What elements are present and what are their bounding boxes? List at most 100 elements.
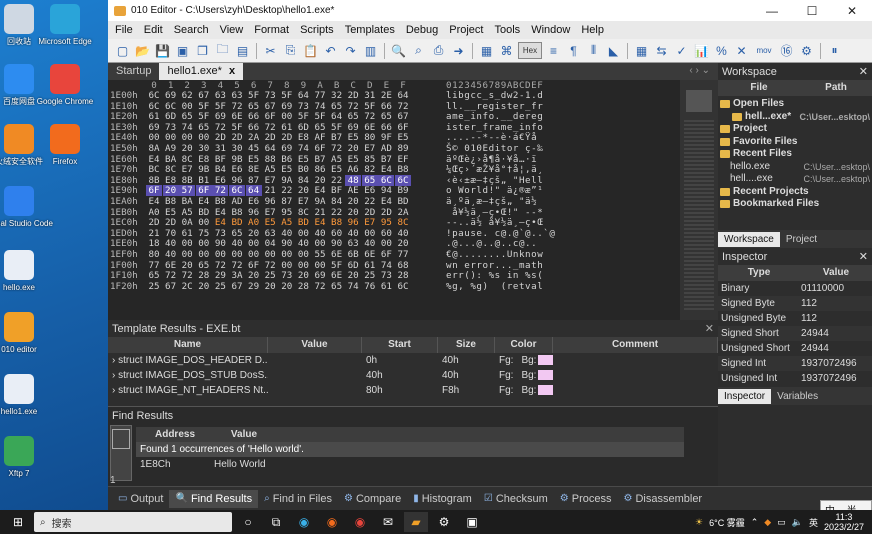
menu-edit[interactable]: Edit [141,24,171,36]
hex-byte[interactable]: 5F [229,122,245,133]
hex-editor[interactable]: 0 1 2 3 4 5 6 7 8 9 A B C D E F 0123456789ABCDEF 1E00h 6C… [108,80,718,320]
hex-byte[interactable]: E8 [295,132,311,143]
hex-byte[interactable]: 00 [196,238,212,249]
disassembler-icon[interactable]: mov [753,42,775,59]
hex-byte[interactable]: 5F [329,260,345,271]
hex-row[interactable]: 1EE0h 18 40 00 00 90 40 00 04 90 40 00 90 63 40 00 20 .@.… [108,238,718,249]
hex-byte[interactable]: 5F [295,111,311,122]
hex-byte[interactable]: E4 [146,154,162,165]
col-size[interactable]: Size [438,337,495,353]
hex-byte[interactable]: 2D [345,90,361,101]
hex-byte[interactable]: 31 [212,143,228,154]
ascii-text[interactable]: äºŒè¿›å¶å·¥å…·ï [446,154,537,165]
hex-byte[interactable]: 8C [395,217,411,228]
template-icon[interactable]: ▦ [478,42,495,59]
hex-byte[interactable]: B0 [295,164,311,175]
hex-byte[interactable]: 00 [295,249,311,260]
hex-byte[interactable]: 6E [163,260,179,271]
hex-byte[interactable]: 00 [295,228,311,239]
hex-byte[interactable]: 40 [229,238,245,249]
terminal-taskbar-icon[interactable]: ▣ [460,512,484,532]
hex-byte[interactable]: 6D [345,260,361,271]
hex-byte[interactable]: 73 [163,122,179,133]
hex-byte[interactable]: 74 [295,143,311,154]
ascii-text[interactable]: --..ä½ å¥½ä¸–ç•Œ [446,217,543,228]
tab-hello1-exe[interactable]: hello1.exe* x [159,63,244,80]
hex-byte[interactable]: 2D [229,132,245,143]
hex-byte[interactable]: 95 [378,217,394,228]
hex-byte[interactable]: AF [312,132,328,143]
hex-byte[interactable]: 25 [146,281,162,292]
base-converter-icon[interactable]: ⑯ [778,42,795,59]
hex-byte[interactable]: BF [212,154,228,165]
hex-byte[interactable]: 2C [179,281,195,292]
hex-byte[interactable]: 9A [279,175,295,186]
chrome-taskbar-icon[interactable]: ◉ [348,512,372,532]
ascii-text[interactable]: wn error..._math [446,260,543,271]
hex-byte[interactable]: B8 [229,207,245,218]
desktop-icon[interactable]: Google Chrome [30,64,100,106]
hex-byte[interactable]: 73 [279,270,295,281]
ascii-text[interactable]: !pause. c@.@`@..`@ [446,228,555,239]
hex-byte[interactable]: 72 [229,101,245,112]
hex-byte[interactable]: 66 [378,101,394,112]
ascii-text[interactable]: libgcc_s_dw2-1.d [446,90,543,101]
hex-byte[interactable]: 65 [345,111,361,122]
hex-byte[interactable]: A9 [163,143,179,154]
hex-byte[interactable]: E4 [312,217,328,228]
hex-byte[interactable]: 6E [362,122,378,133]
hex-byte[interactable]: 66 [246,122,262,133]
desktop-icon[interactable]: Visual Studio Code [0,186,54,228]
hex-byte[interactable]: 69 [279,101,295,112]
hex-byte[interactable]: 8B [179,175,195,186]
hex-byte[interactable]: 25 [362,270,378,281]
minimize-button[interactable]: — [752,4,792,18]
tab-find-results[interactable]: 🔍 Find Results [169,489,259,508]
hex-byte[interactable]: B9 [395,185,411,196]
hex-byte[interactable]: 5F [312,111,328,122]
hex-byte[interactable]: 82 [362,164,378,175]
hex-byte[interactable]: 72 [229,260,245,271]
hex-byte[interactable]: 65 [329,101,345,112]
paste-icon[interactable]: 📋 [302,42,319,59]
pause-icon[interactable]: ⏸ [826,42,843,59]
hex-byte[interactable]: 72 [262,122,278,133]
inspector-row[interactable]: Signed Byte 112 [718,296,872,311]
hex-byte[interactable]: 28 [196,270,212,281]
inspector-row[interactable]: Signed Short 24944 [718,326,872,341]
hex-byte[interactable]: 6C [163,101,179,112]
inspector-row[interactable]: Signed Int 1937072496 [718,356,872,371]
hex-byte[interactable]: 6F [312,143,328,154]
text-mode-icon[interactable]: ≡ [545,42,562,59]
hex-byte[interactable]: 87 [246,175,262,186]
hex-row[interactable]: 1E10h 6C 6C 00 5F 5F 72 65 67 69 73 74 65 72 5F 66 72 ll.… [108,101,718,112]
hex-byte[interactable]: 57 [179,185,196,197]
ascii-text[interactable]: ister_frame_info [446,122,543,133]
task-view-icon[interactable]: ⧉ [264,512,288,532]
col-name[interactable]: Name [108,337,268,353]
menu-format[interactable]: Format [251,24,297,36]
goto-icon[interactable]: ➜ [450,42,467,59]
hex-byte[interactable]: 64 [329,111,345,122]
hex-byte[interactable]: 2D [262,132,278,143]
hex-byte[interactable]: 73 [378,270,394,281]
hex-byte[interactable]: 40 [312,228,328,239]
hex-byte[interactable]: 22 [362,196,378,207]
ascii-text[interactable]: €@........Unknow [446,249,543,260]
ascii-text[interactable]: ä¸ºä¸­æ–‡çš„ "ä½ [446,196,537,207]
hex-byte[interactable]: 2D [279,132,295,143]
menu-project[interactable]: Project [446,24,491,36]
find-in-files-icon[interactable]: ⎙ [430,42,447,59]
hex-byte[interactable]: 18 [146,238,162,249]
workspace-item[interactable]: Recent Projects [718,186,872,199]
hex-byte[interactable]: 88 [262,154,278,165]
hex-byte[interactable]: 72 [212,185,229,197]
desktop-icon[interactable]: hello1.exe [0,374,54,416]
hex-byte[interactable]: 00 [146,132,162,143]
hex-byte[interactable]: E6 [212,175,228,186]
hex-byte[interactable]: E4 [196,196,212,207]
hex-byte[interactable]: 20 [262,281,278,292]
hex-byte[interactable]: E4 [378,164,394,175]
hex-byte[interactable]: 20 [246,270,262,281]
hex-byte[interactable]: 00 [262,249,278,260]
